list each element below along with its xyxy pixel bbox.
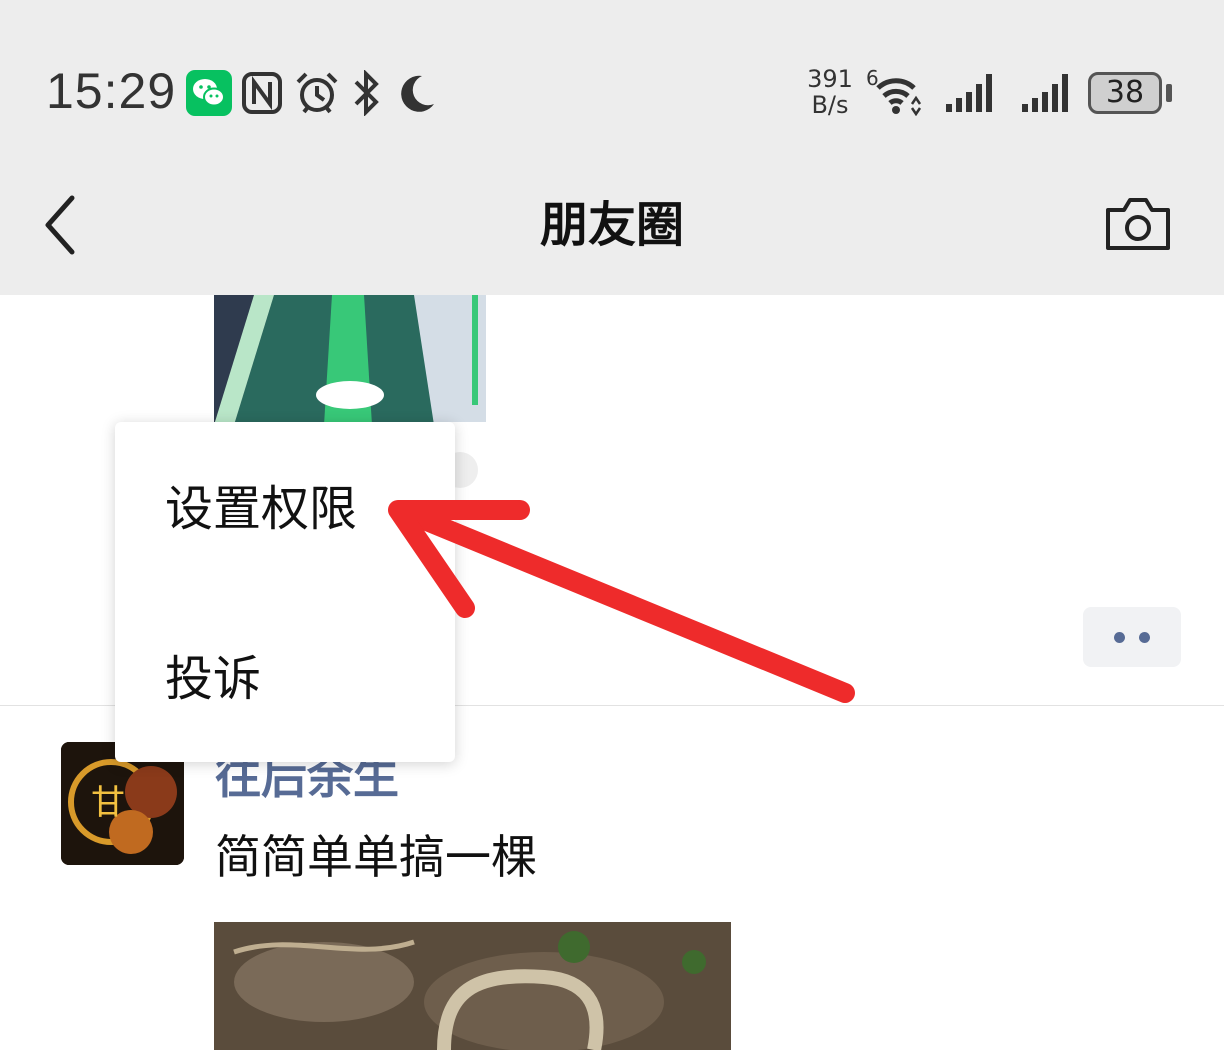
nfc-icon: [240, 70, 284, 116]
battery-cap: [1166, 84, 1172, 102]
wifi-badge: 6: [866, 66, 879, 90]
nav-bar: 朋友圈: [0, 160, 1224, 295]
wechat-icon: [186, 70, 232, 116]
battery-icon: 38: [1088, 72, 1162, 114]
status-time: 15:29: [46, 63, 177, 119]
bluetooth-icon: [350, 69, 384, 117]
network-speed-value: 391: [807, 65, 853, 93]
page-title: 朋友圈: [539, 197, 684, 253]
dot-icon: [1139, 632, 1150, 643]
signal-icon: [944, 70, 998, 116]
network-speed: 391 B/s: [806, 66, 854, 118]
more-options-button[interactable]: [1083, 607, 1181, 667]
status-bar: 15:29 391 B/s 6 38: [0, 0, 1224, 160]
camera-icon: [1106, 198, 1170, 250]
menu-item-report[interactable]: 投诉: [115, 614, 455, 744]
signal-icon: [1020, 70, 1074, 116]
network-speed-unit: B/s: [811, 91, 849, 119]
battery-level: 38: [1105, 75, 1145, 110]
alarm-icon: [294, 70, 338, 116]
post-text: 简简单单搞一棵: [215, 830, 537, 884]
camera-button[interactable]: [1104, 194, 1172, 252]
post-photo[interactable]: [214, 922, 731, 1050]
wifi-icon: 6: [864, 66, 926, 117]
menu-item-set-permissions[interactable]: 设置权限: [115, 444, 455, 574]
moon-icon: [394, 70, 438, 116]
svg-text:甘: 甘: [91, 783, 125, 823]
dot-icon: [1114, 632, 1125, 643]
context-menu: 设置权限 投诉: [115, 422, 455, 762]
